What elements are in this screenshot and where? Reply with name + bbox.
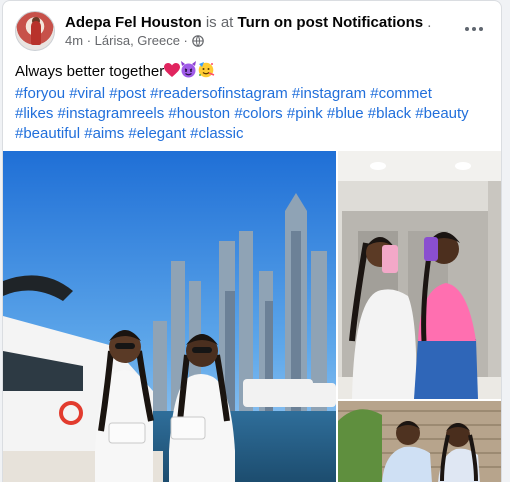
post-title-line: Adepa Fel Houston is at Turn on post Not…: [65, 13, 431, 32]
post-card: Adepa Fel Houston is at Turn on post Not…: [2, 0, 502, 482]
hashtag-link[interactable]: #viral: [69, 85, 105, 102]
hashtag-link[interactable]: #beauty: [415, 105, 468, 122]
hashtag-link[interactable]: #aims: [84, 125, 124, 142]
hashtag-link[interactable]: #blue: [327, 105, 364, 122]
photo-main[interactable]: [3, 151, 336, 482]
photo-mirror-selfie[interactable]: [338, 151, 501, 399]
hashtag-link[interactable]: #likes: [15, 105, 53, 122]
more-horizontal-icon: [465, 27, 469, 31]
hashtag-link[interactable]: #pink: [287, 105, 323, 122]
photo-grid: [3, 151, 501, 482]
hashtag-link[interactable]: #black: [368, 105, 411, 122]
post-header: Adepa Fel Houston is at Turn on post Not…: [15, 11, 489, 51]
hashtag-link[interactable]: #foryou: [15, 85, 65, 102]
more-horizontal-icon: [479, 27, 483, 31]
place-link[interactable]: Turn on post Notifications: [238, 14, 424, 31]
location-link[interactable]: Lárisa, Greece: [95, 33, 180, 48]
place-suffix: .: [427, 14, 432, 31]
post-meta: 4m · Lárisa, Greece ·: [65, 33, 204, 51]
post-time-link[interactable]: 4m: [65, 33, 83, 48]
hashtag-link[interactable]: #elegant: [128, 125, 186, 142]
is-at-label: is at: [205, 14, 234, 31]
red-heart-emoji: [164, 63, 181, 84]
photo-third[interactable]: [338, 401, 501, 482]
meta-separator-2: ·: [183, 33, 188, 48]
globe-icon[interactable]: [191, 35, 204, 51]
more-options-button[interactable]: [459, 17, 489, 41]
caption-text: Always better together: [15, 63, 165, 80]
hashtag-link[interactable]: #instagramreels: [58, 105, 165, 122]
hashtag-link[interactable]: #post: [109, 85, 146, 102]
avatar-figure: [31, 21, 41, 45]
post-text: Always better together #foryou #viral #p…: [15, 61, 495, 144]
hashtag-link[interactable]: #readersofinstagram: [150, 85, 288, 102]
hashtag-link[interactable]: #commet: [370, 85, 432, 102]
more-horizontal-icon: [472, 27, 476, 31]
hashtag-link[interactable]: #colors: [234, 105, 282, 122]
caption-line: Always better together: [15, 61, 495, 84]
hashtags: #foryou #viral #post #readersofinstagram…: [15, 84, 495, 144]
meta-separator: ·: [86, 33, 92, 48]
hashtag-link[interactable]: #instagram: [292, 85, 366, 102]
partying-face-emoji: [197, 61, 215, 84]
hashtag-link[interactable]: #beautiful: [15, 125, 80, 142]
author-name-link[interactable]: Adepa Fel Houston: [65, 14, 202, 31]
hashtag-link[interactable]: #classic: [190, 125, 243, 142]
hashtag-link[interactable]: #houston: [168, 105, 230, 122]
smiling-devil-emoji: [180, 61, 197, 84]
profile-avatar[interactable]: [15, 11, 55, 51]
